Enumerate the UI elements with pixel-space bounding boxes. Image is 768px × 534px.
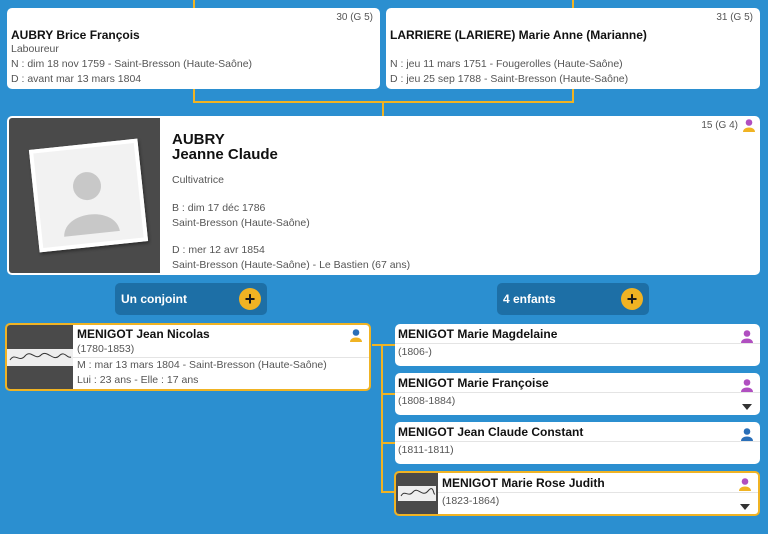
generation-number: 31 (G 5) [716, 12, 753, 23]
child-card-3[interactable]: MENIGOT Jean Claude Constant (1811-1811) [395, 422, 760, 464]
child-branch-3 [381, 442, 395, 444]
mother-down-connector [572, 88, 574, 102]
marriage-info: M : mar 13 mars 1804 - Saint-Bresson (Ha… [77, 359, 327, 371]
death-info: D : jeu 25 sep 1788 - Saint-Bresson (Hau… [390, 73, 629, 85]
children-count-label: 4 enfants [503, 292, 556, 306]
life-years: (1811-1811) [398, 444, 454, 456]
father-connector [193, 0, 195, 8]
life-years: (1808-1884) [398, 395, 456, 407]
occupation: Cultivatrice [172, 174, 224, 186]
spouse-count-button[interactable]: Un conjoint + [115, 283, 267, 315]
add-spouse-icon[interactable]: + [239, 288, 261, 310]
children-count-button[interactable]: 4 enfants + [497, 283, 649, 315]
child-card-2[interactable]: MENIGOT Marie Françoise (1808-1884) [395, 373, 760, 415]
female-person-icon [741, 330, 753, 343]
ages-at-marriage: Lui : 23 ans - Elle : 17 ans [77, 374, 199, 386]
add-child-icon[interactable]: + [621, 288, 643, 310]
death-date: D : mer 12 avr 1854 [172, 244, 265, 256]
signature-thumbnail [396, 473, 438, 514]
father-card[interactable]: 30 (G 5) AUBRY Brice François Laboureur … [7, 8, 380, 89]
mother-card[interactable]: 31 (G 5) LARRIERE (LARIERE) Marie Anne (… [386, 8, 760, 89]
spouse-card[interactable]: MENIGOT Jean Nicolas (1780-1853) M : mar… [5, 323, 371, 391]
life-years: (1806-) [398, 346, 432, 358]
person-name: MENIGOT Marie Magdelaine [398, 327, 558, 341]
occupation: Laboureur [11, 43, 59, 55]
death-place: Saint-Bresson (Haute-Saône) - Le Bastien… [172, 259, 411, 271]
life-years: (1780-1853) [77, 343, 135, 355]
birth-date: B : dim 17 déc 1786 [172, 202, 266, 214]
male-person-icon [350, 329, 362, 342]
chevron-down-icon[interactable] [742, 404, 752, 410]
person-name: MENIGOT Jean Claude Constant [398, 425, 584, 439]
generation-number: 30 (G 5) [336, 12, 373, 23]
main-person-card[interactable]: 15 (G 4) AUBRY Jeanne Claude Cultivatric… [7, 116, 760, 275]
signature-thumbnail [7, 325, 73, 389]
person-name: MENIGOT Jean Nicolas [77, 327, 210, 341]
photo-frame [9, 118, 160, 273]
female-person-icon [741, 379, 753, 392]
birth-place: Saint-Bresson (Haute-Saône) [172, 217, 310, 229]
generation-number: 15 (G 4) [701, 120, 738, 131]
parents-to-main-connector [382, 101, 384, 117]
main-given-name: Jeanne Claude [172, 146, 278, 163]
children-to-main [372, 344, 383, 346]
birth-info: N : dim 18 nov 1759 - Saint-Bresson (Hau… [11, 58, 253, 70]
female-person-icon [743, 119, 755, 132]
child-card-1[interactable]: MENIGOT Marie Magdelaine (1806-) [395, 324, 760, 366]
death-info: D : avant mar 13 mars 1804 [11, 73, 142, 85]
spouse-count-label: Un conjoint [121, 292, 187, 306]
chevron-down-icon[interactable] [740, 504, 750, 510]
child-card-4[interactable]: MENIGOT Marie Rose Judith (1823-1864) [394, 471, 760, 516]
male-person-icon [741, 428, 753, 441]
father-down-connector [193, 88, 195, 102]
life-years: (1823-1864) [442, 495, 500, 507]
person-name: AUBRY Brice François [11, 28, 140, 42]
child-branch-1 [381, 344, 395, 346]
person-name: MENIGOT Marie Françoise [398, 376, 549, 390]
mother-connector [572, 0, 574, 8]
avatar-placeholder-icon [28, 138, 149, 253]
children-trunk [381, 344, 383, 492]
child-branch-4 [381, 491, 395, 493]
birth-info: N : jeu 11 mars 1751 - Fougerolles (Haut… [390, 58, 623, 70]
person-name: MENIGOT Marie Rose Judith [442, 476, 605, 490]
female-person-icon [739, 478, 751, 491]
person-name: LARRIERE (LARIERE) Marie Anne (Marianne) [390, 28, 647, 42]
child-branch-2 [381, 393, 395, 395]
